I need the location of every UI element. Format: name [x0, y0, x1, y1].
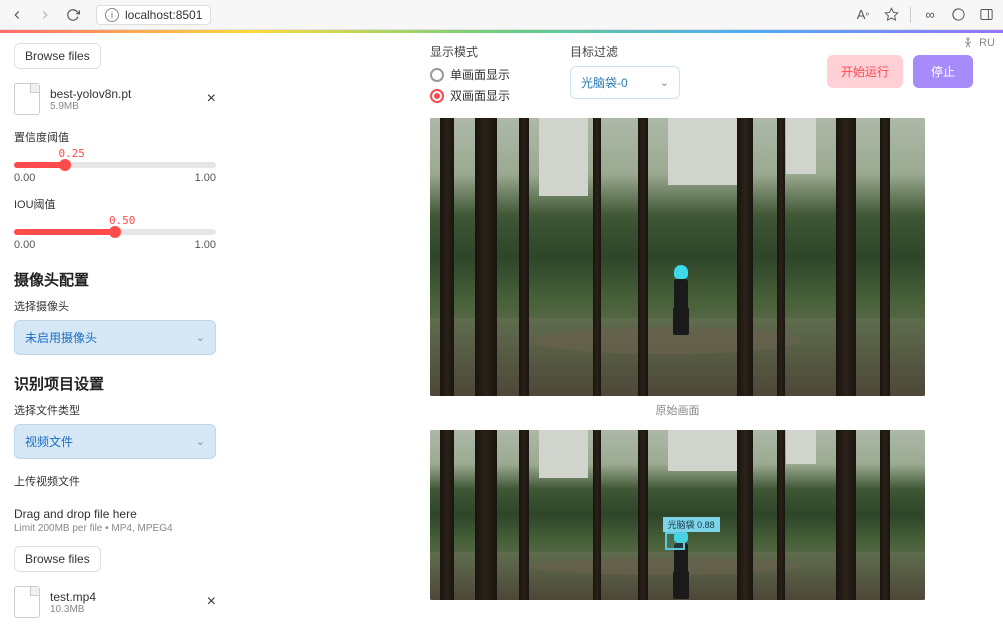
chevron-down-icon: ⌄: [196, 331, 205, 344]
detection-box: [665, 532, 685, 550]
project-section-title: 识别项目设置: [14, 373, 216, 394]
confidence-min: 0.00: [14, 172, 35, 184]
browser-toolbar: i localhost:8501 A» ∞: [0, 0, 1003, 30]
detection-label: 光脑袋 0.88: [663, 517, 720, 532]
iou-max: 1.00: [195, 239, 216, 251]
camera-select-label: 选择摄像头: [14, 298, 216, 314]
video-file-size: 10.3MB: [50, 604, 197, 615]
file-icon: [14, 586, 40, 618]
remove-video-button[interactable]: ×: [207, 593, 216, 611]
main-content: 显示模式 单画面显示 双画面显示 目标过滤 光脑袋-0 ⌄ 开始运行: [230, 33, 1003, 636]
file-icon: [14, 83, 40, 115]
favorite-button[interactable]: [882, 6, 900, 24]
forward-button[interactable]: [36, 6, 54, 24]
video-dropzone[interactable]: Drag and drop file here Limit 200MB per …: [14, 497, 216, 546]
display-mode-block: 显示模式 单画面显示 双画面显示: [430, 43, 510, 108]
refresh-button[interactable]: [64, 6, 82, 24]
file-name: best-yolov8n.pt: [50, 87, 197, 101]
target-filter-label: 目标过滤: [570, 43, 680, 60]
start-button[interactable]: 开始运行: [827, 55, 903, 88]
file-type-select[interactable]: 视频文件 ⌄: [14, 424, 216, 459]
radio-single[interactable]: 单画面显示: [430, 66, 510, 83]
confidence-max: 1.00: [195, 172, 216, 184]
radio-icon: [430, 89, 444, 103]
original-video-frame: [430, 118, 925, 396]
video-file-name: test.mp4: [50, 590, 197, 604]
target-filter-select[interactable]: 光脑袋-0 ⌄: [570, 66, 680, 99]
panel-icon[interactable]: [977, 6, 995, 24]
file-type-label: 选择文件类型: [14, 402, 216, 418]
font-size-indicator[interactable]: A»: [854, 6, 872, 24]
original-video-caption: 原始画面: [430, 402, 925, 418]
camera-section-title: 摄像头配置: [14, 269, 216, 290]
upload-video-label: 上传视频文件: [14, 473, 216, 489]
confidence-slider[interactable]: [14, 162, 216, 168]
target-filter-block: 目标过滤 光脑袋-0 ⌄: [570, 43, 680, 99]
detection-video-frame: 光脑袋 0.88: [430, 430, 925, 600]
radio-dual[interactable]: 双画面显示: [430, 87, 510, 104]
sidebar: Browse files best-yolov8n.pt 5.9MB × 置信度…: [0, 33, 230, 636]
confidence-label: 置信度阈值: [14, 129, 216, 145]
extension-icon[interactable]: [949, 6, 967, 24]
iou-value: 0.50: [109, 214, 216, 227]
file-size: 5.9MB: [50, 101, 197, 112]
stop-button[interactable]: 停止: [913, 55, 973, 88]
uploaded-file-item: best-yolov8n.pt 5.9MB ×: [14, 83, 216, 115]
iou-label: IOU阈值: [14, 196, 216, 212]
info-icon: i: [105, 8, 119, 22]
url-text: localhost:8501: [125, 8, 202, 22]
iou-slider[interactable]: [14, 229, 216, 235]
remove-file-button[interactable]: ×: [207, 90, 216, 108]
back-button[interactable]: [8, 6, 26, 24]
uploaded-video-item: test.mp4 10.3MB ×: [14, 586, 216, 618]
browse-video-button[interactable]: Browse files: [14, 546, 101, 572]
iou-min: 0.00: [14, 239, 35, 251]
browse-files-button[interactable]: Browse files: [14, 43, 101, 69]
address-bar[interactable]: i localhost:8501: [96, 5, 211, 25]
display-mode-label: 显示模式: [430, 43, 510, 60]
chevron-down-icon: ⌄: [196, 435, 205, 448]
camera-select[interactable]: 未启用摄像头 ⌄: [14, 320, 216, 355]
confidence-value: 0.25: [58, 147, 216, 160]
chevron-down-icon: ⌄: [660, 76, 669, 89]
radio-icon: [430, 68, 444, 82]
infinity-icon[interactable]: ∞: [921, 6, 939, 24]
